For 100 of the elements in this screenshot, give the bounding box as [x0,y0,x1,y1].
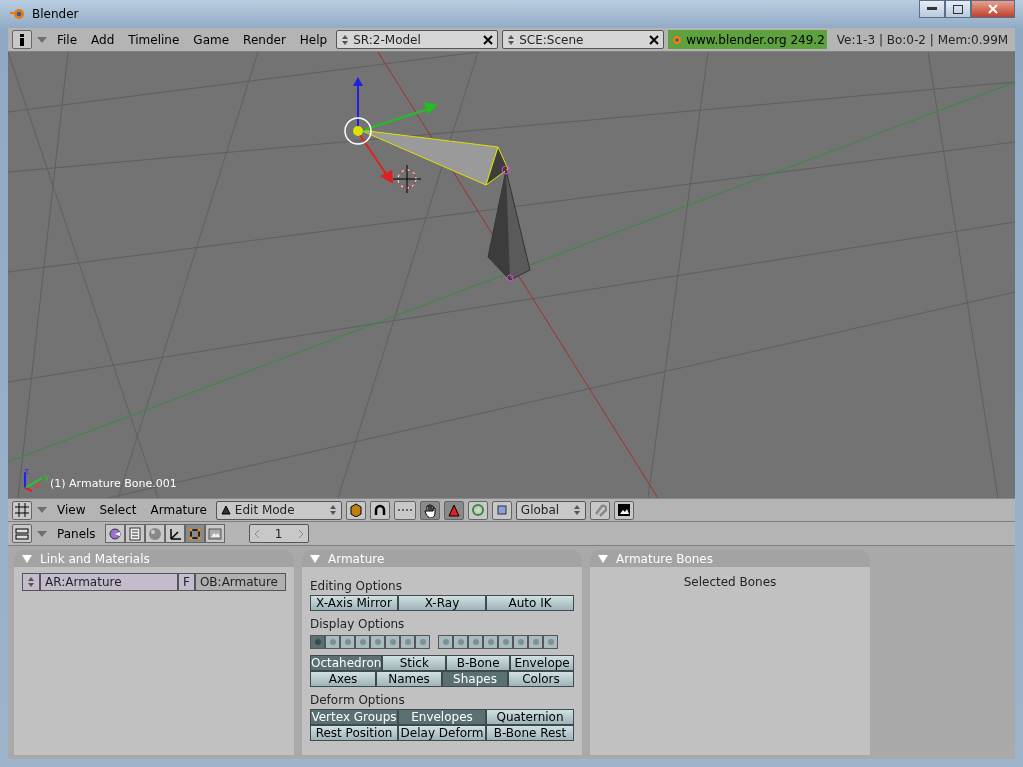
toggle-button[interactable]: Envelopes [398,709,486,725]
toggle-button[interactable]: X-Ray [398,595,486,611]
panels-icon [15,526,29,541]
fake-user-button[interactable]: F [178,573,195,591]
menu-item[interactable]: Help [294,30,333,49]
horseshoe-icon [372,503,387,517]
axis-label: x [35,481,41,490]
manipulator-toggle[interactable] [491,500,512,520]
layer-toggle[interactable] [415,635,430,649]
toggle-button[interactable]: Delay Deform [398,725,486,741]
manipulator-toggle[interactable] [467,500,488,520]
frame-number-field[interactable]: 1 [248,524,309,543]
collapse-menu-icon[interactable] [36,34,48,45]
maximize-button[interactable] [945,0,971,18]
toggle-button[interactable]: Colors [508,671,574,687]
blender-logo-icon [670,33,683,46]
magnet-icon [592,503,607,517]
close-button[interactable] [971,0,1015,18]
up-down-arrows-icon [572,504,581,516]
armature-data-field[interactable]: AR:Armature [40,573,178,591]
object-name-field[interactable]: OB:Armature [194,573,286,591]
layer-toggle[interactable] [513,635,528,649]
toggle-button[interactable]: Envelope [510,655,574,671]
toggle-button[interactable]: Shapes [442,671,508,687]
section-label: Display Options [310,616,406,633]
collapse-menu-icon[interactable] [36,528,48,539]
orientation-dropdown[interactable]: Global [515,500,586,520]
menu-item[interactable]: Select [94,501,142,519]
url-label: www.blender.org 249.2 [668,30,827,49]
layer-toggle[interactable] [400,635,415,649]
picture-icon [207,526,222,541]
manipulator-toggle[interactable] [443,500,464,520]
collapse-triangle-icon[interactable] [22,554,32,563]
layer-toggle[interactable] [453,635,468,649]
menu-item[interactable]: Add [86,30,120,49]
draw-type-button[interactable] [345,500,366,520]
layer-toggle[interactable] [325,635,340,649]
menu-item[interactable]: Timeline [123,30,185,49]
toggle-button[interactable]: Names [376,671,442,687]
up-down-arrows-icon [328,504,337,516]
menu-item[interactable]: File [52,30,83,49]
collapse-triangle-icon[interactable] [598,554,608,563]
screen-field[interactable]: SR:2-Model [336,30,499,49]
window-type-button[interactable] [12,524,32,543]
up-down-arrows-icon [507,33,516,46]
toggle-button[interactable]: Stick [382,655,447,671]
window-type-button[interactable] [12,500,32,520]
toggle-button[interactable]: Octahedron [310,655,383,671]
info-menu-button[interactable] [12,30,32,49]
layer-toggle[interactable] [543,635,558,649]
toggle-button[interactable]: B-Bone Rest [486,725,574,741]
menu-item[interactable]: Game [188,30,235,49]
scene-field[interactable]: SCE:Scene [502,30,665,49]
layer-toggle[interactable] [438,635,453,649]
triangle-icon [446,502,461,518]
layer-toggle[interactable] [468,635,483,649]
up-down-arrows-icon [341,33,350,46]
pivot-button[interactable] [369,500,390,520]
panel-title: Link and Materials [40,550,150,568]
grid-icon [15,503,29,517]
layer-toggle[interactable] [340,635,355,649]
toggle-button[interactable]: Rest Position [310,725,398,741]
toggle-button[interactable]: Axes [310,671,376,687]
collapse-triangle-icon[interactable] [310,554,320,563]
mode-dropdown[interactable]: Edit Mode [215,500,342,520]
layer-toggle[interactable] [528,635,543,649]
triangle-icon [220,505,231,515]
snap-button[interactable] [393,500,416,520]
window-title: Blender [32,6,79,23]
menu-item[interactable]: View [52,501,91,519]
layer-toggle[interactable] [498,635,513,649]
3d-cursor-icon [392,164,422,194]
layer-toggle[interactable] [310,635,325,649]
up-down-arrows-button[interactable] [22,573,40,591]
collapse-menu-icon[interactable] [36,505,48,515]
panel-title: Armature [328,550,385,568]
section-label: Editing Options [310,578,403,595]
minimize-button[interactable] [919,0,945,18]
menu-item[interactable]: Armature [145,501,212,519]
manipulator-toggle[interactable] [419,500,440,520]
object-label: (1) Armature Bone.001 [50,475,177,492]
layer-toggle[interactable] [483,635,498,649]
blender-logo-icon [10,7,26,21]
toggle-button[interactable]: Quaternion [486,709,574,725]
ring-icon [470,502,485,518]
axis-label: y [44,473,50,482]
context-tab[interactable] [104,524,125,543]
layer-toggle[interactable] [385,635,400,649]
toggle-button[interactable]: X-Axis Mirror [310,595,398,611]
toggle-button[interactable]: Vertex Groups [310,709,398,725]
close-icon[interactable] [483,34,494,45]
toggle-button[interactable]: B-Bone [446,655,511,671]
panel-title: Armature Bones [616,550,713,568]
layer-toggle[interactable] [355,635,370,649]
layer-toggle[interactable] [370,635,385,649]
render-button[interactable] [613,500,634,520]
close-icon[interactable] [649,34,660,45]
menu-item[interactable]: Render [238,30,291,49]
close-icon [988,4,998,14]
toggle-button[interactable]: Auto IK [486,595,574,611]
